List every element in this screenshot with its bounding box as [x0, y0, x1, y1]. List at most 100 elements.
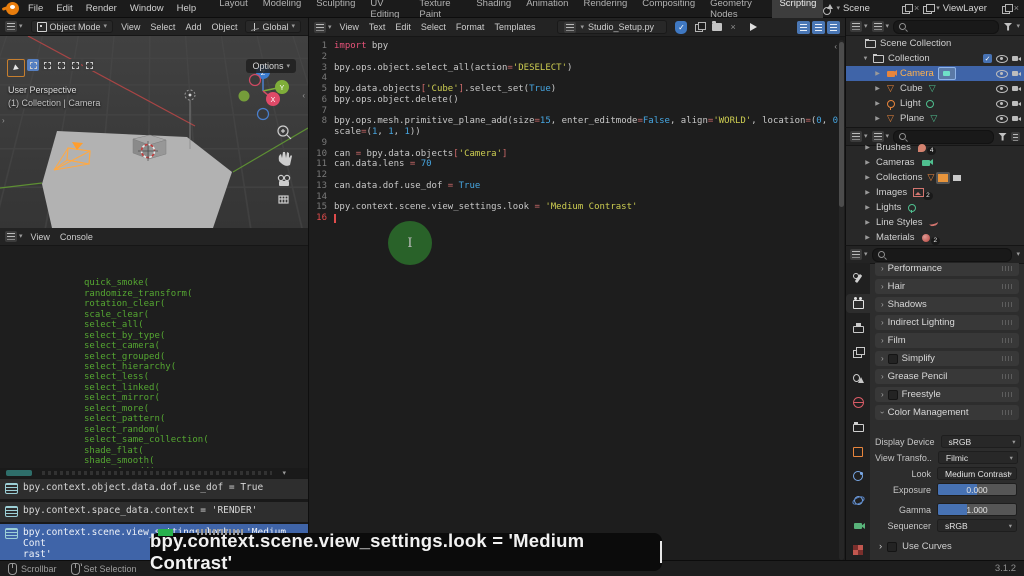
autocomplete-item[interactable]: select_grouped( — [84, 352, 209, 362]
topbar-menu-item[interactable]: Window — [130, 3, 164, 14]
panel-header[interactable]: › Freestyle — [875, 387, 1019, 402]
outliner-search-input[interactable] — [893, 19, 1000, 34]
run-script-button[interactable] — [749, 23, 757, 31]
panel-header-color-management[interactable]: › Color Management — [875, 405, 1019, 420]
viewport-menu-item[interactable]: Add — [185, 22, 201, 32]
display-mode-button[interactable]: ▾ — [871, 21, 889, 32]
properties-tab[interactable] — [846, 417, 870, 437]
autocomplete-item[interactable]: quick_smoke( — [84, 278, 209, 288]
field-control[interactable]: 0.000 ▾ — [937, 483, 1017, 496]
autocomplete-item[interactable]: select_linked( — [84, 383, 209, 393]
use-curves-checkbox[interactable] — [887, 541, 898, 552]
outliner-row[interactable]: ▶ Camera ✓ — [846, 66, 1024, 81]
panel-grip[interactable] — [1002, 302, 1014, 307]
panel-checkbox[interactable] — [887, 389, 898, 400]
autocomplete-item[interactable]: select_by_type( — [84, 331, 209, 341]
topbar-menu-item[interactable]: Edit — [56, 3, 72, 14]
select-mode-button-2[interactable] — [55, 59, 67, 71]
panel-checkbox[interactable] — [887, 353, 898, 364]
panel-grip[interactable] — [1002, 338, 1014, 343]
autocomplete-item[interactable]: shade_smooth( — [84, 456, 209, 466]
datablock-category-row[interactable]: ▶ Collections — [846, 170, 1024, 185]
autocomplete-item[interactable]: select_pattern( — [84, 414, 209, 424]
viewport-menu-item[interactable]: Select — [150, 22, 175, 32]
viewport-menu-item[interactable]: View — [121, 22, 140, 32]
field-control[interactable]: Filmic ▾ — [937, 451, 1018, 464]
hide-eye-icon[interactable] — [996, 84, 1008, 93]
panel-grip[interactable] — [1002, 410, 1014, 415]
expand-toggle[interactable]: ▶ — [864, 219, 871, 226]
panel-grip[interactable] — [1002, 392, 1014, 397]
properties-tab[interactable] — [846, 368, 870, 388]
field-control[interactable]: Medium Contrast ▾ — [937, 467, 1017, 480]
code-line[interactable]: 12 — [309, 170, 845, 181]
autocomplete-item[interactable]: scale_clear( — [84, 310, 209, 320]
field-control[interactable]: 1.000 ▾ — [937, 503, 1017, 516]
expand-toggle[interactable]: ▶ — [864, 144, 871, 151]
text-editor-scrollbar[interactable] — [839, 40, 844, 560]
code-line[interactable]: 2 — [309, 52, 845, 63]
code-line[interactable]: 13 can.data.dof.use_dof = True — [309, 181, 845, 192]
scene-selector[interactable]: ▾ Scene × — [823, 3, 919, 15]
autocomplete-item[interactable]: select_camera( — [84, 341, 209, 351]
editor-type-console-button[interactable]: ▾ — [5, 231, 23, 242]
datablock-category-row[interactable]: ▶ Lights — [846, 200, 1024, 215]
code-line[interactable]: 10 can = bpy.data.objects['Camera'] — [309, 149, 845, 160]
expand-toggle[interactable]: ▶ — [874, 115, 881, 122]
viewport-side-controls[interactable] — [277, 125, 292, 204]
panel-grip[interactable] — [1002, 356, 1014, 361]
hide-eye-icon[interactable] — [996, 114, 1008, 123]
expand-toggle[interactable]: ▶ — [874, 70, 881, 77]
expand-toggle[interactable]: ▶ — [874, 85, 881, 92]
text-sidebar-arrow[interactable]: ‹ — [834, 42, 837, 51]
select-mode-button-4[interactable] — [83, 59, 95, 71]
word-wrap-toggle[interactable] — [812, 20, 825, 34]
collection-checkbox[interactable]: ✓ — [983, 54, 992, 63]
viewlayer-selector[interactable]: ▾ ViewLayer × — [923, 3, 1019, 14]
autocomplete-item[interactable]: rotation_clear( — [84, 299, 209, 309]
text-menu-item[interactable]: Text — [369, 22, 386, 32]
new-scene-icon[interactable] — [901, 3, 913, 14]
code-line[interactable]: 4 — [309, 73, 845, 84]
filter-extra-icon[interactable] — [1011, 132, 1020, 141]
code-area[interactable]: 1 import bpy 2 3 bpy.ops.object.select_a… — [309, 37, 866, 560]
text-menu-item[interactable]: View — [340, 22, 359, 32]
toolbar-expand-arrow[interactable]: › — [2, 116, 5, 125]
console-prompt-line[interactable]: ▾ — [0, 468, 308, 478]
text-menu-item[interactable]: Edit — [395, 22, 411, 32]
datablock-category-row[interactable]: ▶ Images 2 — [846, 185, 1024, 200]
panel-header[interactable]: › Simplify — [875, 351, 1019, 366]
panel-header[interactable]: › Shadows — [875, 297, 1019, 312]
expand-toggle[interactable]: ▶ — [864, 189, 871, 196]
viewport-menu-item[interactable]: Object — [211, 22, 237, 32]
properties-search-input[interactable] — [871, 247, 1013, 262]
datablock-category-row[interactable]: ▶ Materials 2 — [846, 230, 1024, 245]
topbar-menu-item[interactable]: File — [28, 3, 43, 14]
console-menu-item[interactable]: View — [31, 232, 50, 242]
code-line[interactable]: 15 bpy.context.scene.view_settings.look … — [309, 202, 845, 213]
select-mode-button-1[interactable] — [41, 59, 53, 71]
viewport-canvas[interactable]: Z Y X Options ▾ User Perspective (1) Col… — [0, 36, 308, 228]
field-control[interactable]: sRGB ▾ — [937, 519, 1017, 532]
text-datablock-selector[interactable]: ▾ Studio_Setup.py — [557, 20, 668, 34]
code-line[interactable]: 1 import bpy — [309, 41, 845, 52]
mode-dropdown[interactable]: Object Mode ▾ — [30, 20, 114, 33]
panel-header[interactable]: › Hair — [875, 279, 1019, 294]
autocomplete-item[interactable]: select_all( — [84, 320, 209, 330]
expand-toggle[interactable]: ▶ — [864, 174, 871, 181]
code-line[interactable]: scale=(1, 1, 1)) — [309, 127, 845, 138]
properties-tab[interactable] — [846, 540, 870, 560]
select-tool-button[interactable] — [7, 59, 25, 77]
autocomplete-item[interactable]: select_less( — [84, 372, 209, 382]
topbar-menu-item[interactable]: Render — [86, 3, 117, 14]
transform-orientation-dropdown[interactable]: Global ▾ — [245, 20, 301, 33]
expand-toggle[interactable]: ▼ — [862, 56, 869, 62]
new-viewlayer-icon[interactable] — [1001, 3, 1013, 14]
navigation-gizmo[interactable]: Z Y X — [238, 65, 290, 121]
filter-funnel-icon[interactable] — [1003, 22, 1013, 31]
register-shield-check-icon[interactable]: ✓ — [675, 20, 688, 34]
scrollbar-thumb[interactable] — [839, 42, 844, 207]
close-icon[interactable]: × — [1014, 4, 1019, 13]
code-line[interactable]: 8 bpy.ops.mesh.primitive_plane_add(size=… — [309, 116, 866, 127]
select-box-tool-button[interactable] — [27, 59, 39, 71]
